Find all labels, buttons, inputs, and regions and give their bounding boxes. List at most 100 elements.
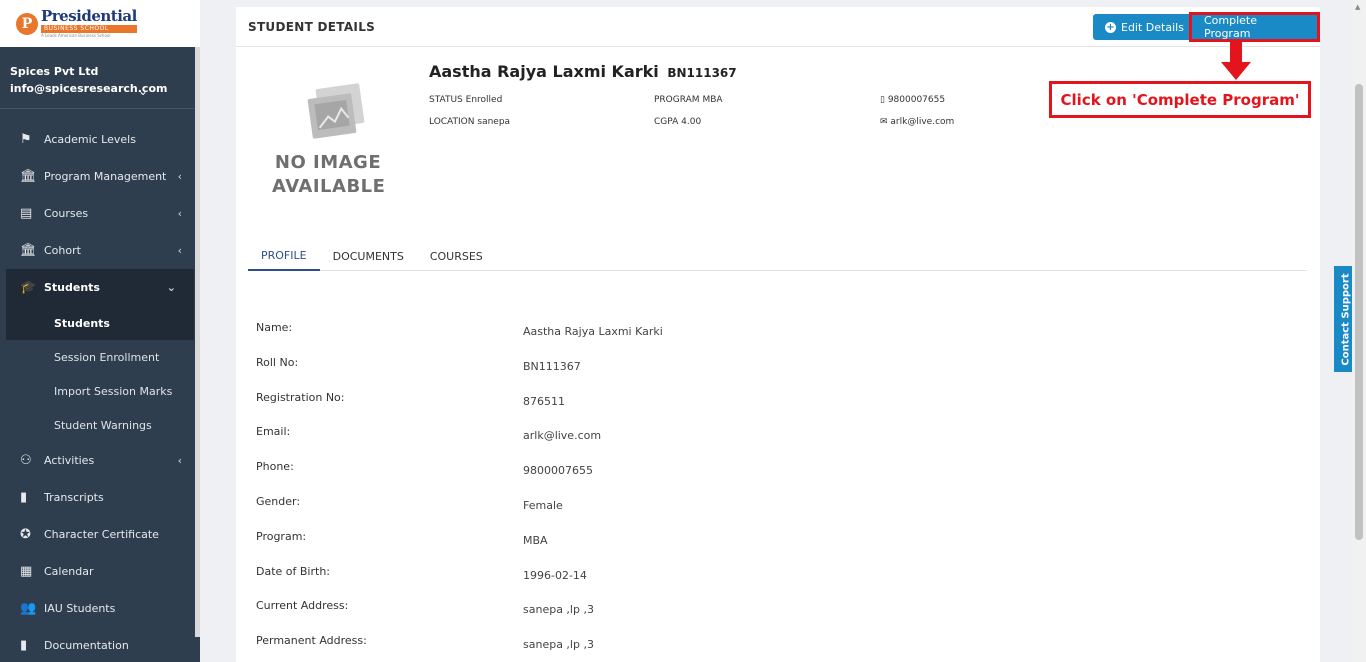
- profile-label-program: Program:: [256, 530, 307, 543]
- profile-value-permanent-address: sanepa ,lp ,3: [523, 638, 594, 651]
- sidebar-item-label: Program Management: [44, 170, 167, 183]
- institution-icon: 🏛: [20, 169, 37, 184]
- profile-value-roll: BN111367: [523, 360, 581, 373]
- image-placeholder-icon: [307, 83, 365, 139]
- chevron-left-icon: ‹: [177, 207, 182, 220]
- org-name: Spices Pvt Ltd: [10, 65, 99, 78]
- student-roll-number: BN111367: [667, 66, 737, 80]
- envelope-icon: ✉: [880, 117, 888, 127]
- email-value: arlk@live.com: [890, 117, 955, 127]
- profile-value-gender: Female: [523, 499, 563, 512]
- graduation-cap-icon: 🎓: [20, 280, 37, 295]
- tab-courses[interactable]: COURSES: [417, 241, 496, 271]
- tab-documents[interactable]: DOCUMENTS: [320, 241, 417, 271]
- book-icon: ▤: [20, 206, 33, 221]
- complete-program-button[interactable]: Complete Program: [1189, 12, 1320, 42]
- status-key: STATUS: [429, 95, 463, 105]
- sidebar-item-academic-levels[interactable]: ⚑ Academic Levels: [0, 121, 200, 158]
- sidebar-item-documentation[interactable]: ▮ Documentation: [0, 627, 200, 662]
- status-value: Enrolled: [465, 95, 503, 105]
- complete-program-label: Complete Program: [1204, 14, 1258, 40]
- profile-label-current-address: Current Address:: [256, 599, 349, 612]
- file-icon: ▮: [20, 638, 28, 653]
- edit-details-label: Edit Details: [1121, 20, 1184, 34]
- status-info: STATUS Enrolled: [429, 95, 502, 105]
- email-info: ✉ arlk@live.com: [880, 117, 954, 127]
- sidebar-subitem-import-session-marks[interactable]: Import Session Marks: [0, 374, 200, 408]
- sidebar-item-courses[interactable]: ▤ Courses ‹: [0, 195, 200, 232]
- profile-label-dob: Date of Birth:: [256, 565, 331, 578]
- profile-value-name: Aastha Rajya Laxmi Karki: [523, 325, 663, 338]
- sidebar-item-students[interactable]: 🎓 Students ⌄: [6, 269, 194, 306]
- logo-tagline: A Leads American Business School: [41, 33, 111, 38]
- program-value: MBA: [702, 95, 723, 105]
- page-scrollbar[interactable]: ▲: [1352, 0, 1366, 662]
- sidebar-subitem-session-enrollment[interactable]: Session Enrollment: [0, 340, 200, 374]
- sidebar-item-label: Documentation: [44, 639, 129, 652]
- student-photo-placeholder: NO IMAGE AVAILABLE: [272, 80, 386, 210]
- flag-icon: ⚑: [20, 132, 32, 147]
- sidebar-item-character-certificate[interactable]: ✪ Character Certificate: [0, 516, 200, 553]
- chevron-down-icon[interactable]: ⌄: [138, 84, 148, 98]
- sidebar-item-label: Calendar: [44, 565, 94, 578]
- chevron-down-icon: ⌄: [166, 281, 176, 294]
- location-info: LOCATION sanepa: [429, 117, 510, 127]
- org-switcher[interactable]: Spices Pvt Ltd info@spicesresearch.com ⌄: [0, 47, 194, 109]
- tab-bar: PROFILE DOCUMENTS COURSES: [248, 241, 1307, 271]
- student-full-name: Aastha Rajya Laxmi Karki: [429, 62, 659, 81]
- annotation-arrow-icon: [1221, 42, 1251, 80]
- sidebar-item-iau-students[interactable]: 👥 IAU Students: [0, 590, 200, 627]
- sidebar-item-transcripts[interactable]: ▮ Transcripts: [0, 479, 200, 516]
- profile-value-email: arlk@live.com: [523, 429, 602, 442]
- sidebar-item-label: Activities: [44, 454, 95, 467]
- edit-details-button[interactable]: + Edit Details: [1093, 14, 1196, 40]
- org-email: info@spicesresearch.com: [10, 82, 168, 95]
- sidebar-item-activities[interactable]: ⚇ Activities ‹: [0, 442, 200, 479]
- scrollbar-thumb[interactable]: [1355, 84, 1363, 540]
- profile-value-registration: 876511: [523, 395, 565, 408]
- sidebar: P Presidential BUSINESS SCHOOL A Leads A…: [0, 0, 200, 662]
- sidebar-scrollbar[interactable]: [195, 47, 200, 637]
- sidebar-item-calendar[interactable]: ▦ Calendar: [0, 553, 200, 590]
- no-image-line2: AVAILABLE: [272, 176, 386, 197]
- scroll-up-icon[interactable]: ▲: [1355, 3, 1360, 11]
- profile-label-registration: Registration No:: [256, 391, 345, 404]
- profile-value-dob: 1996-02-14: [523, 569, 587, 582]
- profile-label-name: Name:: [256, 321, 293, 334]
- student-name: Aastha Rajya Laxmi Karki BN111367: [429, 62, 737, 81]
- sidebar-item-label: Cohort: [44, 244, 81, 257]
- sidebar-subitem-students[interactable]: Students: [6, 306, 194, 340]
- cgpa-info: CGPA 4.00: [654, 117, 701, 127]
- no-image-line1: NO IMAGE: [274, 152, 382, 173]
- chevron-left-icon: ‹: [177, 170, 182, 183]
- sidebar-item-program-management[interactable]: 🏛 Program Management ‹: [0, 158, 200, 195]
- users-icon: 👥: [20, 601, 37, 616]
- program-key: PROGRAM: [654, 95, 700, 105]
- profile-label-phone: Phone:: [256, 460, 294, 473]
- sidebar-item-label: Academic Levels: [44, 133, 136, 146]
- mobile-icon: ▯: [880, 95, 885, 105]
- profile-value-phone: 9800007655: [523, 464, 593, 477]
- profile-value-current-address: sanepa ,lp ,3: [523, 603, 594, 616]
- program-info: PROGRAM MBA: [654, 95, 723, 105]
- logo-emblem: P: [16, 12, 38, 35]
- chevron-left-icon: ‹: [177, 244, 182, 257]
- sidebar-item-label: Character Certificate: [44, 528, 159, 541]
- sidebar-subitem-student-warnings[interactable]: Student Warnings: [0, 408, 200, 442]
- logo-subtitle: BUSINESS SCHOOL: [41, 25, 137, 33]
- profile-label-gender: Gender:: [256, 495, 301, 508]
- user-award-icon: ⚇: [20, 453, 32, 468]
- institution-icon: 🏛: [20, 243, 37, 258]
- cgpa-value: 4.00: [681, 117, 702, 127]
- phone-info: ▯ 9800007655: [880, 95, 945, 105]
- calendar-check-icon: ▦: [20, 564, 33, 579]
- sidebar-item-cohort[interactable]: 🏛 Cohort ‹: [0, 232, 200, 269]
- file-icon: ▮: [20, 490, 28, 505]
- tab-profile[interactable]: PROFILE: [248, 241, 320, 271]
- logo-title: Presidential: [41, 7, 137, 25]
- sidebar-item-label: Courses: [44, 207, 89, 220]
- logo[interactable]: P Presidential BUSINESS SCHOOL A Leads A…: [0, 0, 200, 47]
- profile-value-program: MBA: [523, 534, 548, 547]
- annotation-callout: Click on 'Complete Program': [1049, 81, 1311, 118]
- profile-label-permanent-address: Permanent Address:: [256, 634, 367, 647]
